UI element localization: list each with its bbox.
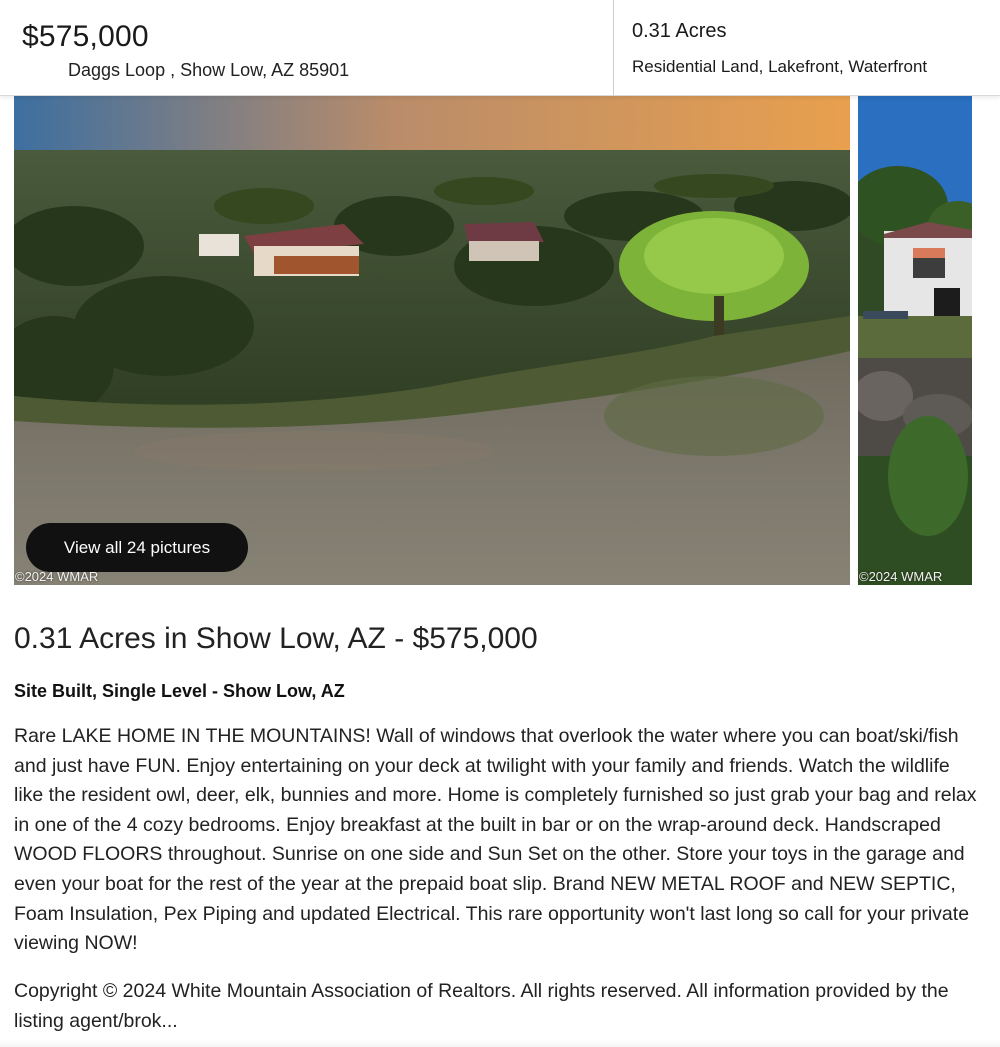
shed-image <box>858 96 972 585</box>
lake-home-aerial-image <box>14 96 850 585</box>
listing-description: Rare LAKE HOME IN THE MOUNTAINS! Wall of… <box>14 725 977 955</box>
lot-size: 0.31 Acres <box>632 20 727 42</box>
listing-subtitle: Site Built, Single Level - Show Low, AZ <box>14 681 345 701</box>
listing-copyright: Copyright © 2024 White Mountain Associat… <box>14 980 949 1032</box>
next-photo-preview[interactable]: ©2024 WMAR <box>858 96 972 585</box>
listing-header: $575,000 Daggs Loop , Show Low, AZ 85901… <box>0 0 1000 96</box>
view-all-pictures-button[interactable]: View all 24 pictures <box>26 523 248 572</box>
header-divider <box>613 0 614 96</box>
photo-gallery: ©2024 WMAR ©2024 WMAR View all 24 pictur… <box>0 96 1000 586</box>
main-photo[interactable]: ©2024 WMAR <box>14 96 850 585</box>
listing-address: Daggs Loop , Show Low, AZ 85901 <box>68 60 350 80</box>
property-type: Residential Land, Lakefront, Waterfront <box>632 57 928 76</box>
photo-watermark: ©2024 WMAR <box>859 569 943 584</box>
listing-title: 0.31 Acres in Show Low, AZ - $575,000 <box>14 622 538 655</box>
bottom-fade <box>0 1040 1000 1047</box>
listing-price: $575,000 <box>22 20 149 53</box>
